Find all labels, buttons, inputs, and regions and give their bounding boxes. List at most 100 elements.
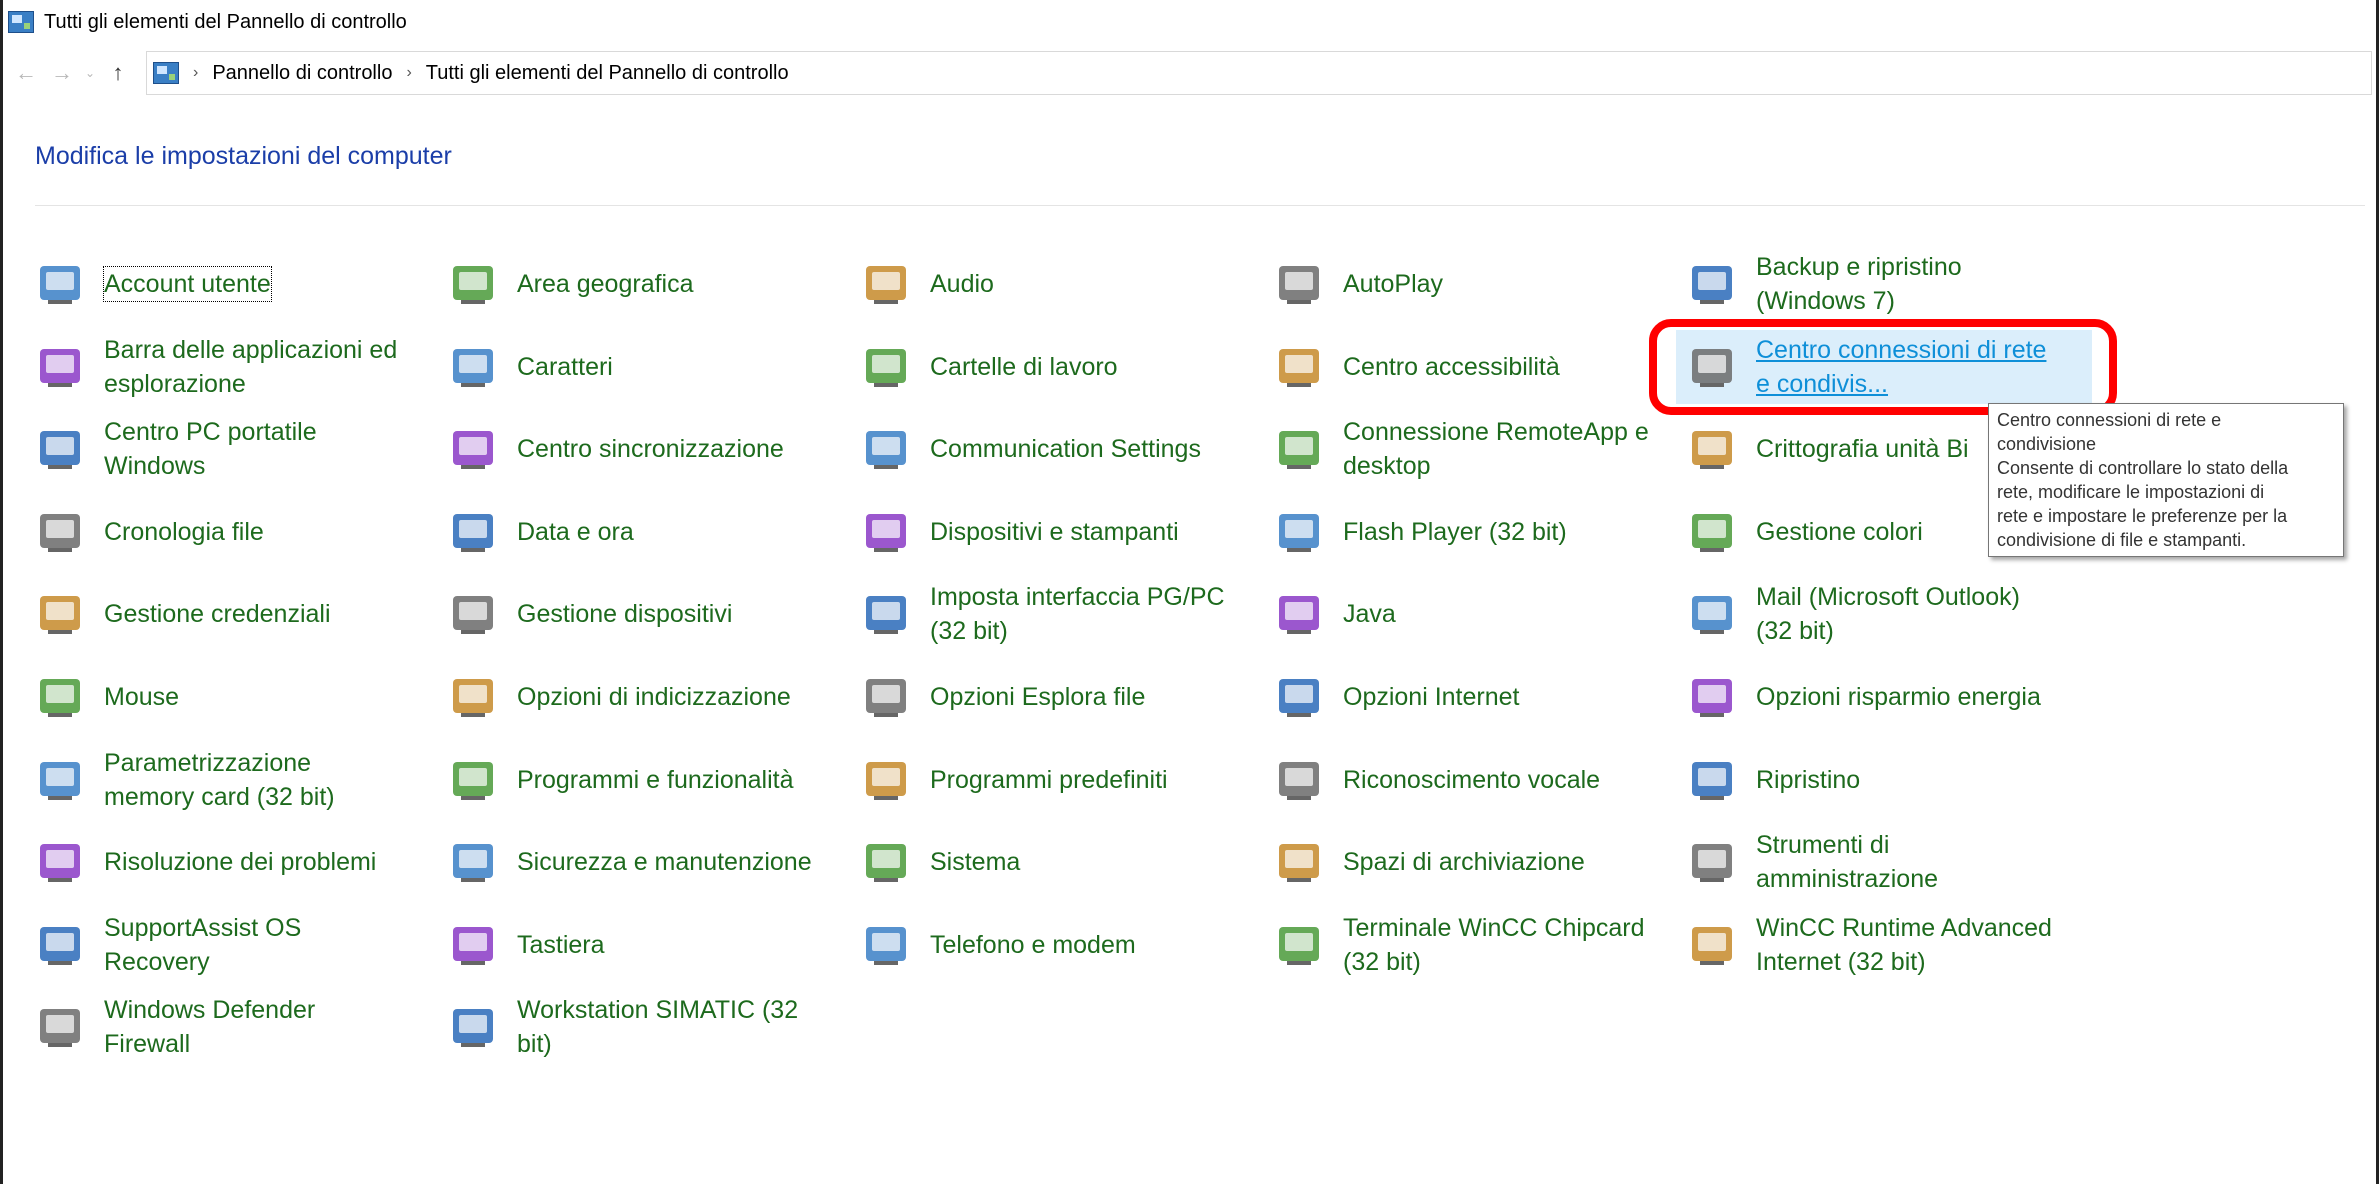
device-manager-icon — [443, 584, 503, 644]
item-label: Centro sincronizzazione — [517, 432, 784, 466]
item-wincc[interactable]: WinCC Runtime Advanced Internet (32 bit) — [1682, 906, 2092, 984]
item-label: Riconoscimento vocale — [1343, 763, 1600, 797]
item-label-line1: Caratteri — [517, 352, 613, 381]
flag-icon — [443, 832, 503, 892]
item-chipcard[interactable]: Terminale WinCC Chipcard (32 bit) — [1269, 906, 1679, 984]
forward-button[interactable]: → — [44, 55, 80, 91]
item-label: Spazi di archiviazione — [1343, 845, 1585, 879]
programs-icon — [443, 750, 503, 810]
item-label-line1: Backup e ripristino — [1756, 253, 1962, 281]
item-label-line2: (32 bit) — [1756, 617, 1834, 646]
item-speaker[interactable]: Audio — [856, 245, 1266, 323]
item-label-line2: desktop — [1343, 452, 1431, 481]
item-taskbar[interactable]: Barra delle applicazioni ed esplorazione — [30, 328, 440, 406]
divider — [35, 205, 2365, 206]
tooltip-title-line1: Centro connessioni di rete e — [1997, 410, 2222, 430]
item-label-line1: Centro accessibilità — [1343, 352, 1560, 381]
breadcrumb-all-items[interactable]: Tutti gli elementi del Pannello di contr… — [426, 62, 789, 85]
item-label-line1: Programmi predefiniti — [930, 765, 1168, 794]
item-default-programs[interactable]: Programmi predefiniti — [856, 741, 1266, 819]
item-label: Tastiera — [517, 928, 605, 962]
item-label-line2: (32 bit) — [1343, 947, 1421, 976]
item-work-folders[interactable]: Cartelle di lavoro — [856, 328, 1266, 406]
fonts-icon — [443, 337, 503, 397]
item-printer[interactable]: Dispositivi e stampanti — [856, 493, 1266, 571]
item-fonts[interactable]: Caratteri — [443, 328, 853, 406]
item-supportassist[interactable]: SupportAssist OS Recovery — [30, 906, 440, 984]
item-label-line1: Opzioni Esplora file — [930, 683, 1146, 711]
item-calendar-clock[interactable]: Data e ora — [443, 493, 853, 571]
autoplay-icon — [1269, 254, 1329, 314]
item-recovery[interactable]: Ripristino — [1682, 741, 2092, 819]
chevron-right-icon[interactable]: › — [193, 64, 198, 82]
item-device-manager[interactable]: Gestione dispositivi — [443, 575, 853, 653]
item-indexing[interactable]: Opzioni di indicizzazione — [443, 658, 853, 736]
item-label: Mail (Microsoft Outlook) (32 bit) — [1756, 580, 2020, 648]
file-history-icon — [30, 502, 90, 562]
bitlocker-icon — [1682, 419, 1742, 479]
chevron-right-icon[interactable]: › — [406, 64, 411, 82]
item-system[interactable]: Sistema — [856, 823, 1266, 901]
item-label-line1: Spazi di archiviazione — [1343, 848, 1585, 877]
item-keyboard[interactable]: Tastiera — [443, 906, 853, 984]
item-mobility[interactable]: Centro PC portatile Windows — [30, 410, 440, 488]
speaker-icon — [856, 254, 916, 314]
item-sync[interactable]: Centro sincronizzazione — [443, 410, 853, 488]
item-users[interactable]: Account utente — [30, 245, 440, 323]
item-folder-options[interactable]: Opzioni Esplora file — [856, 658, 1266, 736]
item-label: Opzioni Internet — [1343, 680, 1520, 714]
flash-icon — [1269, 502, 1329, 562]
item-label: Centro PC portatile Windows — [104, 415, 317, 483]
item-label-line1: Crittografia unità Bi — [1756, 435, 1969, 464]
item-firewall[interactable]: Windows Defender Firewall — [30, 988, 440, 1066]
recent-locations-button[interactable]: ⌄ — [80, 55, 100, 91]
mobility-icon — [30, 419, 90, 479]
item-label-line2: Windows — [104, 452, 206, 481]
item-troubleshoot[interactable]: Risoluzione dei problemi — [30, 823, 440, 901]
item-label: Crittografia unità Bi — [1756, 432, 1969, 466]
item-remoteapp[interactable]: Connessione RemoteApp e desktop — [1269, 410, 1679, 488]
item-document[interactable]: Workstation SIMATIC (32 bit) — [443, 988, 853, 1066]
item-label-line1: Parametrizzazione — [104, 748, 312, 777]
wincc-icon — [1682, 915, 1742, 975]
item-power[interactable]: Opzioni risparmio energia — [1682, 658, 2092, 736]
item-microphone[interactable]: Riconoscimento vocale — [1269, 741, 1679, 819]
up-button[interactable]: ↑ — [100, 55, 136, 91]
item-label-line2: bit) — [517, 1030, 552, 1059]
item-flash[interactable]: Flash Player (32 bit) — [1269, 493, 1679, 571]
item-phone[interactable]: Telefono e modem — [856, 906, 1266, 984]
item-mail[interactable]: Mail (Microsoft Outlook) (32 bit) — [1682, 575, 2092, 653]
item-comset[interactable]: Communication Settings — [856, 410, 1266, 488]
breadcrumb-control-panel[interactable]: Pannello di controllo — [212, 62, 392, 85]
keyboard-icon — [443, 915, 503, 975]
item-label: Gestione credenziali — [104, 597, 331, 631]
item-java[interactable]: Java — [1269, 575, 1679, 653]
item-storage[interactable]: Spazi di archiviazione — [1269, 823, 1679, 901]
item-pgpc[interactable]: Imposta interfaccia PG/PC (32 bit) — [856, 575, 1266, 653]
item-file-history[interactable]: Cronologia file — [30, 493, 440, 571]
item-label-line1: Area geografica — [517, 270, 694, 298]
item-label-line1: Sicurezza e manutenzione — [517, 848, 812, 877]
item-label: WinCC Runtime Advanced Internet (32 bit) — [1756, 911, 2052, 979]
item-internet[interactable]: Opzioni Internet — [1269, 658, 1679, 736]
item-backup[interactable]: Backup e ripristino (Windows 7) — [1682, 245, 2092, 323]
memory-card-icon — [30, 750, 90, 810]
address-bar[interactable]: › Pannello di controllo › Tutti gli elem… — [146, 51, 2372, 95]
item-programs[interactable]: Programmi e funzionalità — [443, 741, 853, 819]
item-autoplay[interactable]: AutoPlay — [1269, 245, 1679, 323]
item-accessibility[interactable]: Centro accessibilità — [1269, 328, 1679, 406]
item-safe[interactable]: Gestione credenziali — [30, 575, 440, 653]
item-label-line1: Cartelle di lavoro — [930, 352, 1118, 381]
item-mouse[interactable]: Mouse — [30, 658, 440, 736]
item-label: Terminale WinCC Chipcard (32 bit) — [1343, 911, 1644, 979]
item-label-line1: Cronologia file — [104, 517, 264, 546]
item-label: Area geografica — [517, 267, 694, 301]
item-memory-card[interactable]: Parametrizzazione memory card (32 bit) — [30, 741, 440, 819]
item-globe-clock[interactable]: Area geografica — [443, 245, 853, 323]
item-flag[interactable]: Sicurezza e manutenzione — [443, 823, 853, 901]
item-label-line1: Workstation SIMATIC (32 — [517, 996, 799, 1025]
tooltip-body-line3: rete e impostare le preferenze per la — [1997, 506, 2288, 526]
back-button[interactable]: ← — [8, 55, 44, 91]
item-admin-tools[interactable]: Strumenti di amministrazione — [1682, 823, 2092, 901]
item-label-line1: Communication Settings — [930, 435, 1201, 464]
